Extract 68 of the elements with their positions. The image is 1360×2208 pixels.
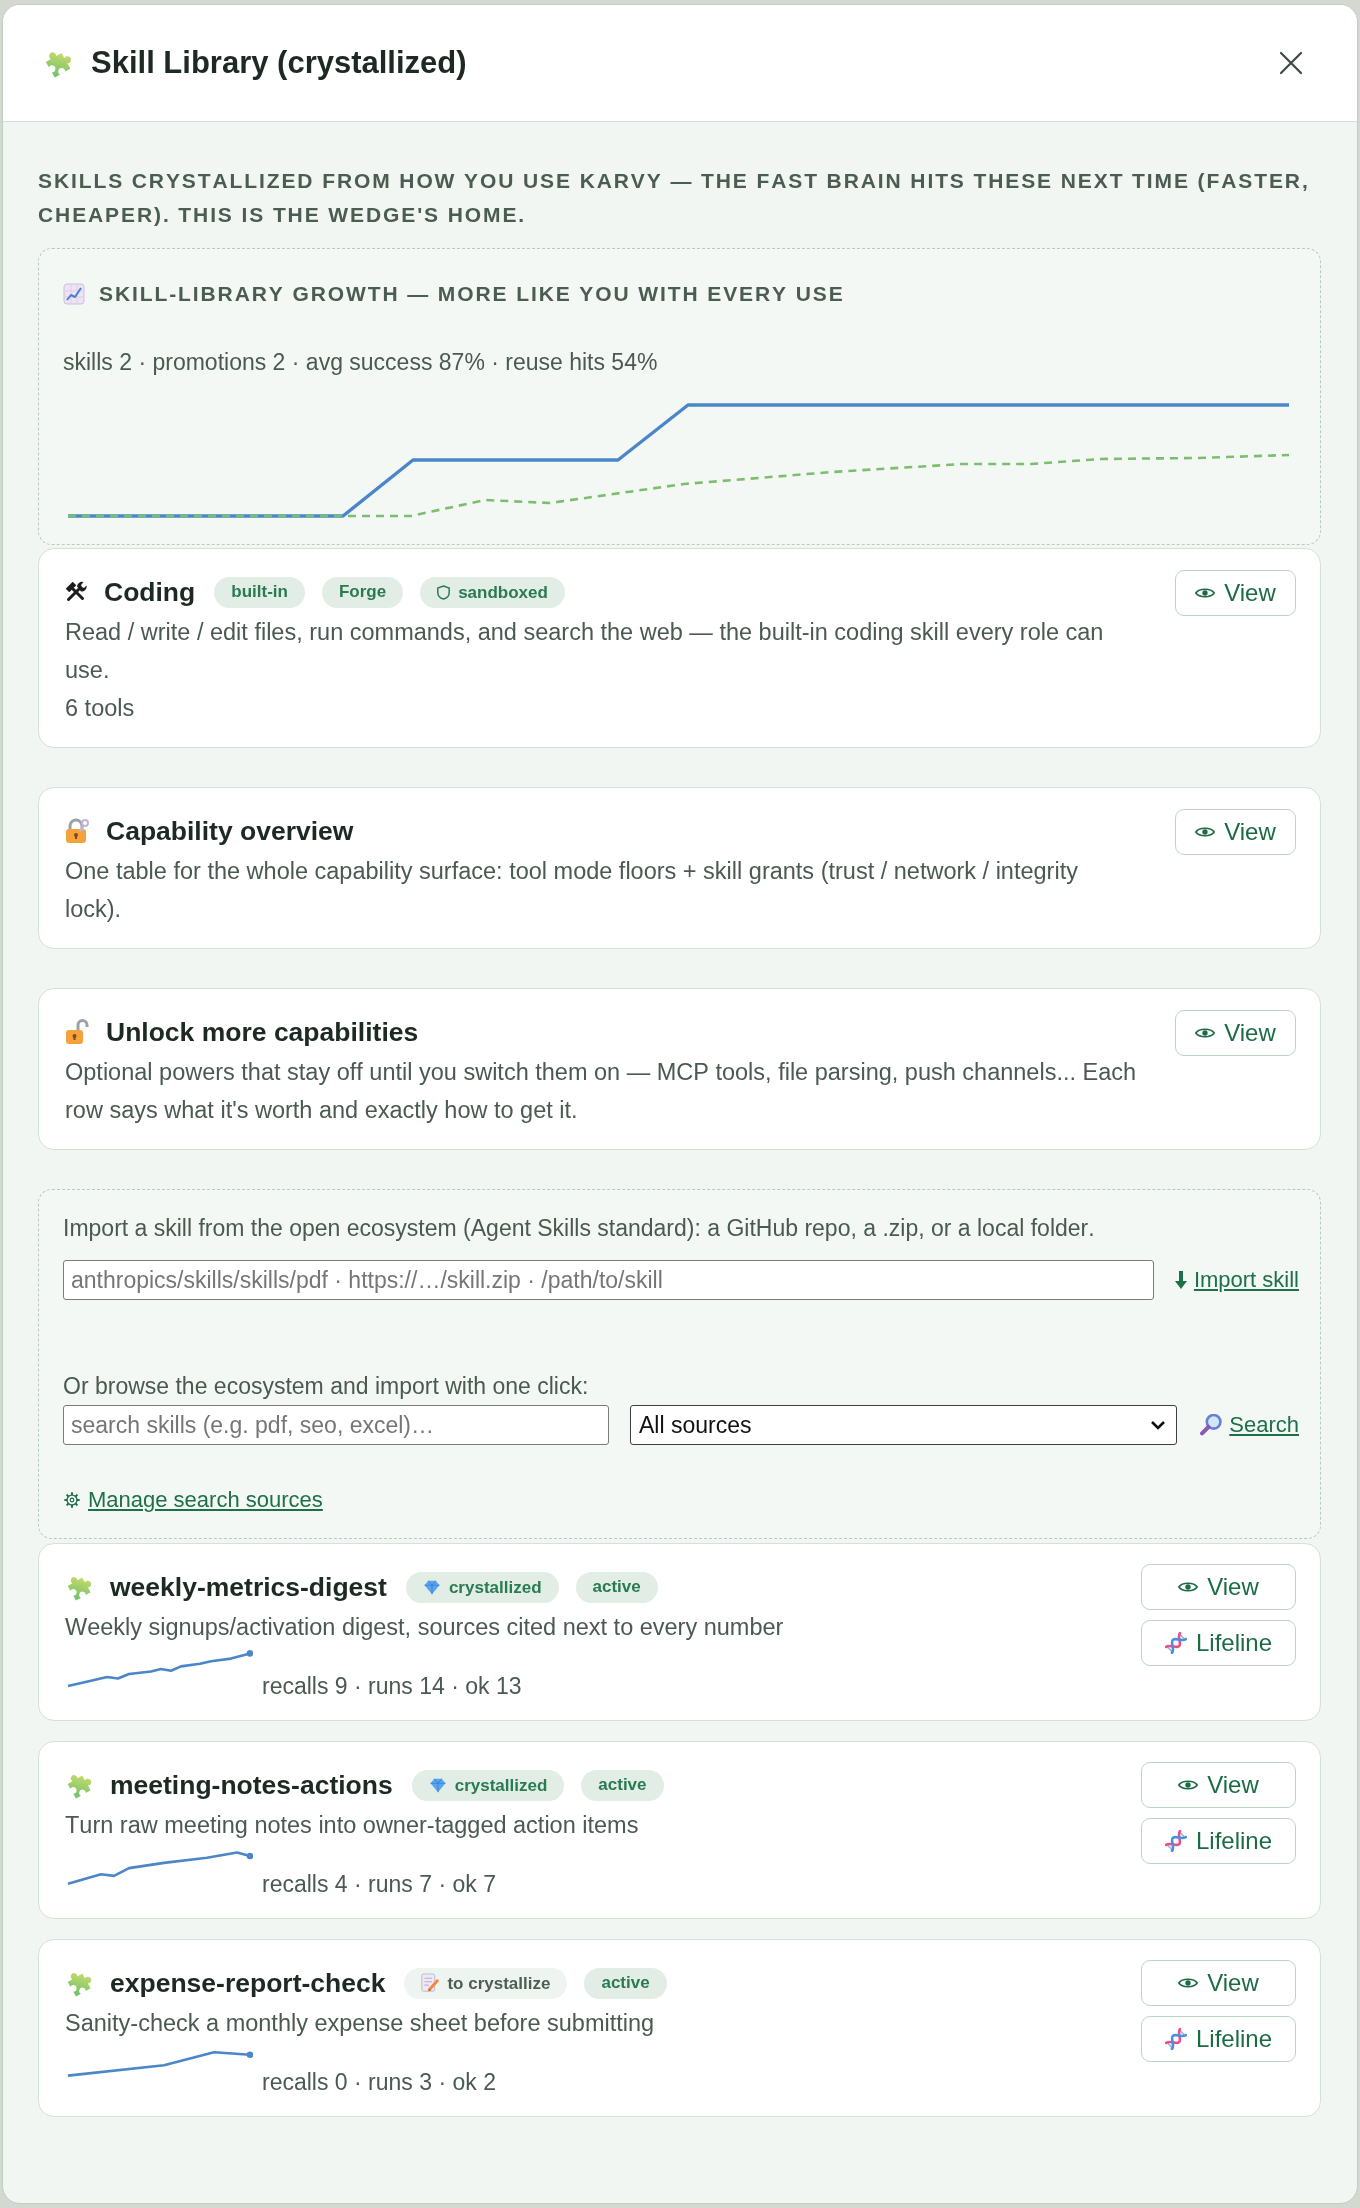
skill-stats: recalls 4 · runs 7 · ok 7 [262,1870,496,1899]
down-arrow-icon [1174,1271,1187,1289]
status-badge: active [584,1967,667,1999]
card-title: Unlock more capabilities [106,1016,419,1049]
status-badge: active [575,1571,658,1603]
skill-name: weekly-metrics-digest [110,1571,387,1604]
search-link[interactable]: Search [1200,1412,1299,1438]
skill-search-input[interactable]: search skills (e.g. pdf, seo, excel)… [63,1405,609,1445]
shield-icon [437,584,451,600]
hammer-wrench-icon [65,581,87,603]
view-button[interactable]: View [1141,1564,1296,1610]
skill-description: Weekly signups/activation digest, sources cited next to every number [65,1613,785,1642]
line-chart-icon [63,283,85,305]
tool-count: 6 tools [65,694,136,723]
skill-name: meeting-notes-actions [110,1769,393,1802]
tag-badge: Forge [321,576,404,608]
badge-label: crystallized [448,1576,542,1599]
skill-stats: recalls 9 · runs 14 · ok 13 [262,1672,522,1701]
card-description: One table for the whole capability surface: tool mode floors + skill grants (trust / network / integrity lock). [65,857,1079,924]
panel-title: SKILL-LIBRARY GROWTH — MORE LIKE YOU WITH EVERY USE [99,282,845,306]
gem-icon [422,1579,441,1595]
lock-with-key-icon [65,818,89,844]
chevron-down-icon [1150,1420,1167,1430]
status-badge: active [581,1769,664,1801]
open-lock-icon [65,1019,89,1045]
badge-label: to crystallize [447,1972,551,1995]
card-description: Read / write / edit files, run commands, and search the web — the built-in coding skill every role can use. [65,618,1105,685]
skill-source-input[interactable]: anthropics/skills/skills/pdf · https://…/skill.zip · /path/to/skill [63,1260,1154,1300]
settings-icon [63,1491,81,1509]
import-skill-link[interactable]: Import skill [1174,1267,1299,1293]
view-button[interactable]: View [1175,570,1296,616]
view-button[interactable]: View [1175,809,1296,855]
lifeline-button[interactable]: Lifeline [1141,1818,1296,1864]
manage-sources-link[interactable]: Manage search sources [63,1485,323,1515]
card-title: Capability overview [106,815,354,848]
view-button[interactable]: View [1141,1762,1296,1808]
memo-pencil-icon [421,1973,440,1993]
card-description: Optional powers that stay off until you switch them on — MCP tools, file parsing, push channels... Each row says what it's worth and exactly how to get it. [65,1058,1138,1125]
eye-icon [1178,1779,1199,1791]
import-instructions: Import a skill from the open ecosystem (Agent Skills standard): a GitHub repo, a .zip, or a local folder. [63,1214,1096,1243]
skill-stats: recalls 0 · runs 3 · ok 2 [262,2068,496,2097]
dialog-title: Skill Library (crystallized) [91,44,467,82]
eye-icon [1195,1027,1216,1039]
intro-text: SKILLS CRYSTALLIZED FROM HOW YOU USE KARVY — THE FAST BRAIN HITS THESE NEXT TIME (FASTER, CHEAPER). THIS IS THE WEDGE'S HOME. [38,168,1311,228]
dna-helix-icon [1164,2028,1187,2050]
close-icon [1279,51,1303,75]
skill-name: expense-report-check [110,1967,386,2000]
eye-icon [1178,1977,1199,1989]
lifeline-button[interactable]: Lifeline [1141,2016,1296,2062]
eye-icon [1195,826,1216,838]
browse-label: Or browse the ecosystem and import with one click: [63,1372,590,1401]
dna-helix-icon [1164,1632,1187,1654]
search-icon [1200,1414,1223,1436]
skill-description: Sanity-check a monthly expense sheet before submitting [65,2009,656,2038]
source-select[interactable]: All sources [630,1405,1178,1445]
eye-icon [1195,587,1216,599]
card-title: Coding [104,576,196,609]
badge-label: sandboxed [458,581,548,604]
gem-icon [428,1777,447,1793]
tag-badge: built-in [214,576,305,608]
view-button[interactable]: View [1141,1960,1296,2006]
badge-label: crystallized [454,1774,548,1797]
skill-description: Turn raw meeting notes into owner-tagged action items [65,1811,640,1840]
dna-helix-icon [1164,1830,1187,1852]
lifeline-button[interactable]: Lifeline [1141,1620,1296,1666]
growth-stats: skills 2 · promotions 2 · avg success 87% · reuse hits 54% [63,348,659,377]
view-button[interactable]: View [1175,1010,1296,1056]
eye-icon [1178,1581,1199,1593]
